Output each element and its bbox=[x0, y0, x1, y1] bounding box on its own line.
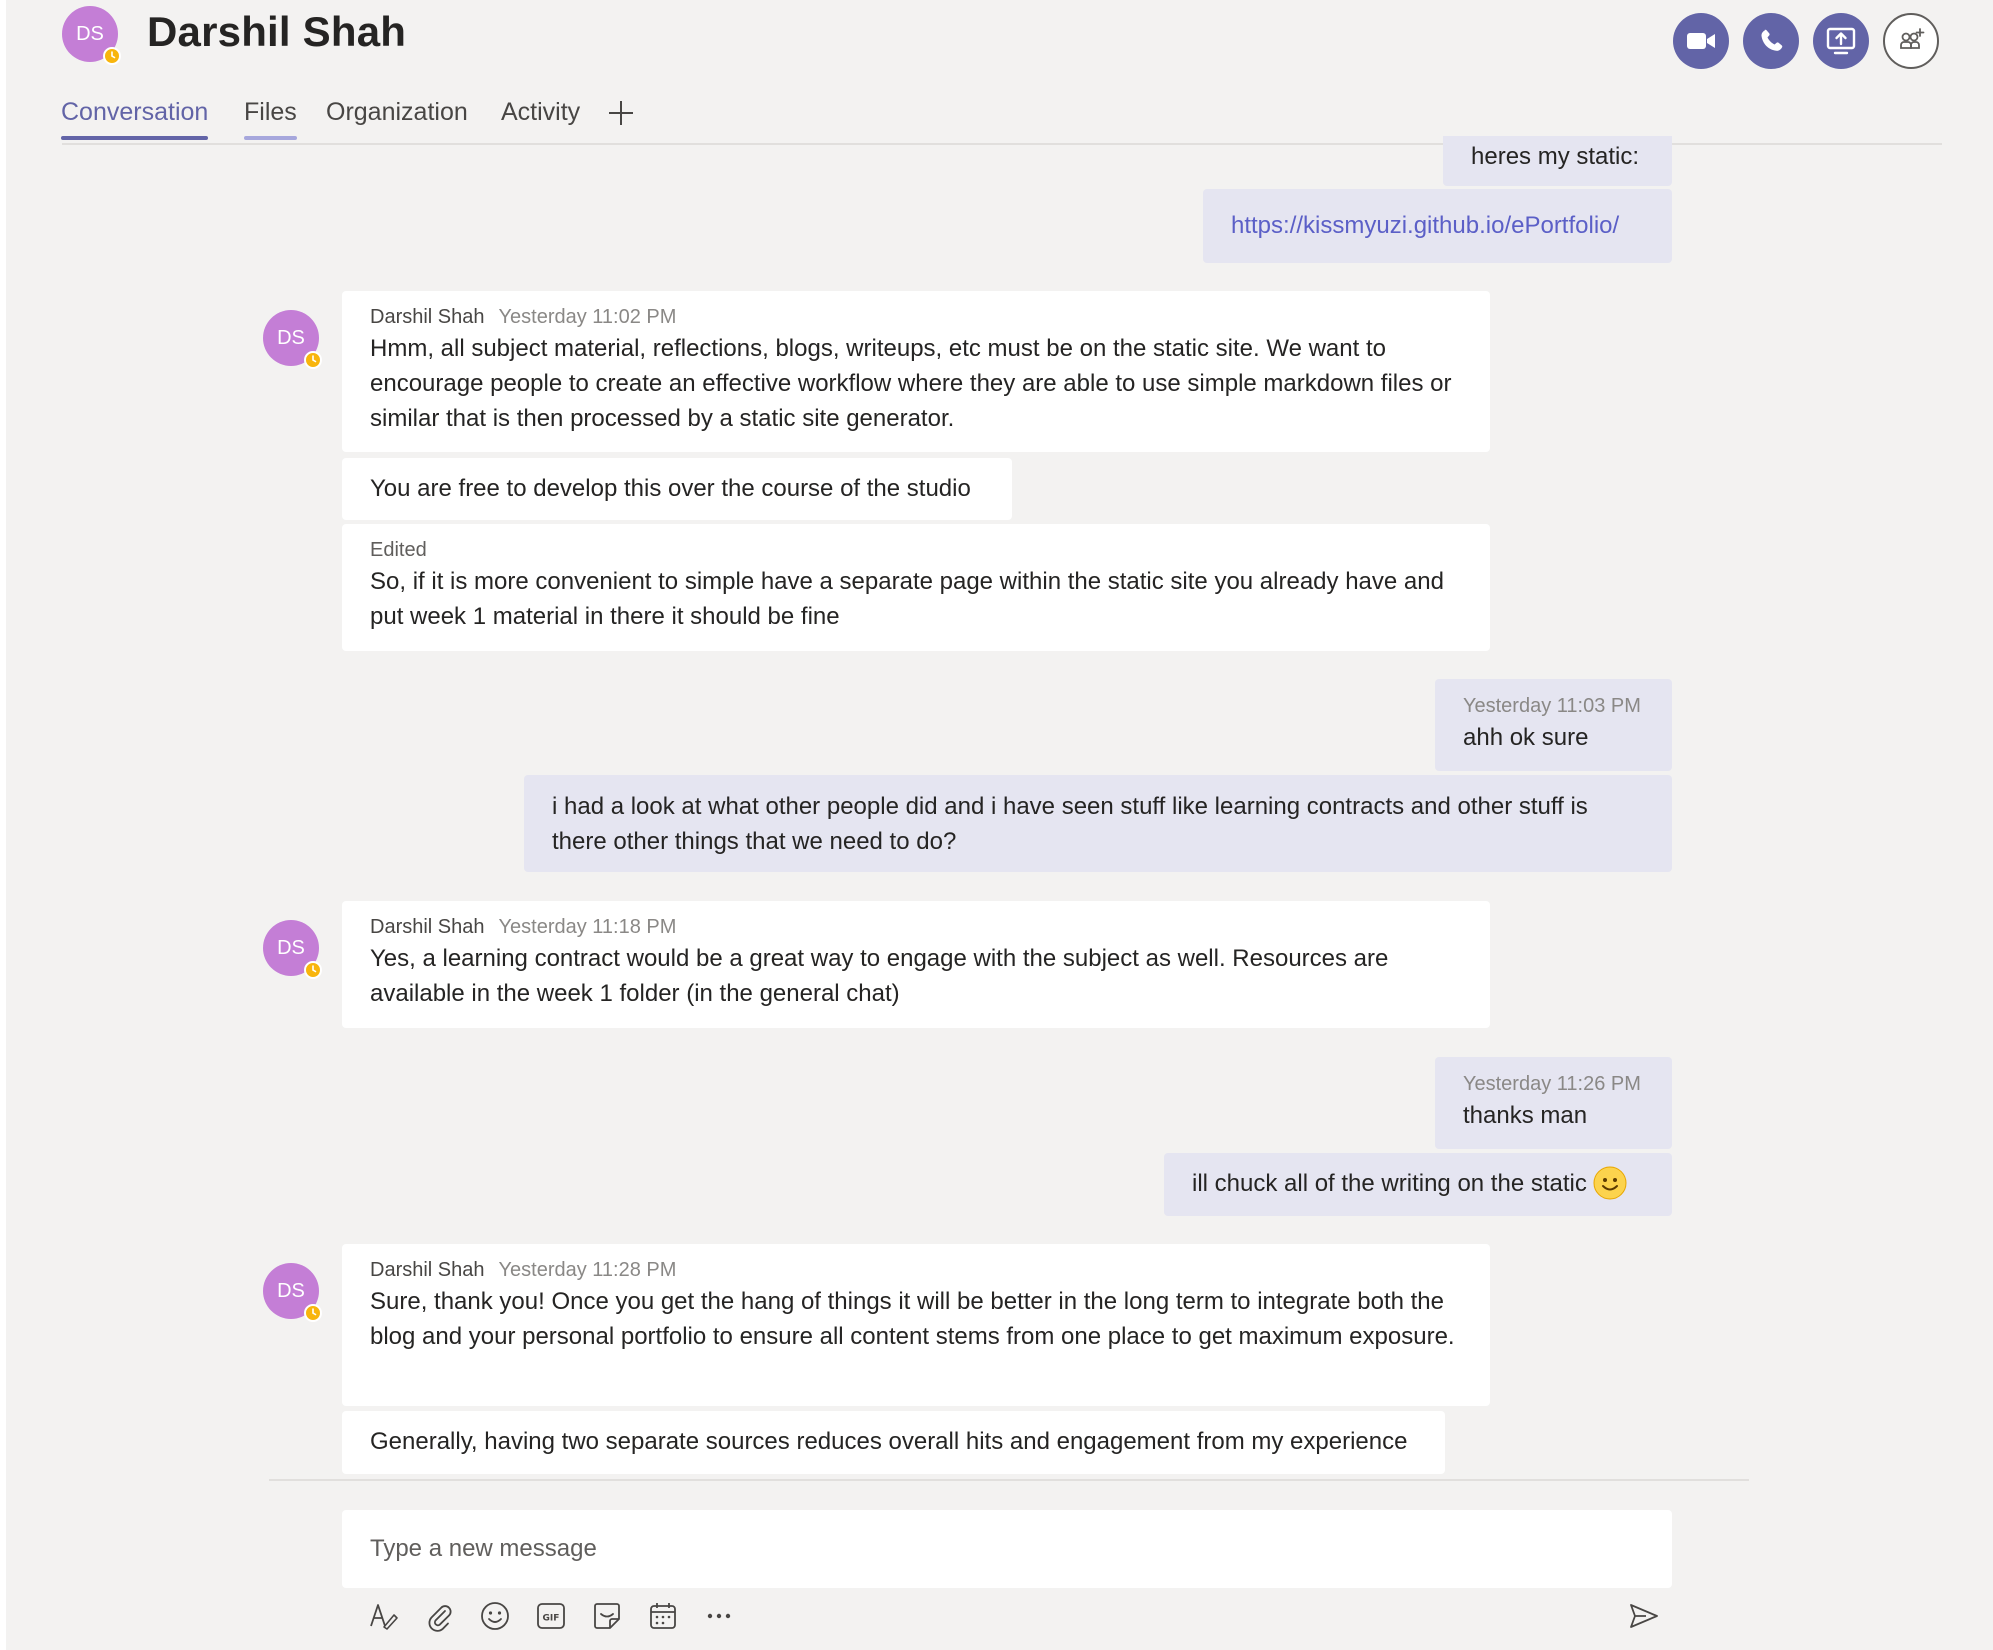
message-text: heres my static: bbox=[1471, 143, 1640, 170]
incoming-message[interactable]: You are free to develop this over the co… bbox=[342, 458, 1012, 520]
message-text: You are free to develop this over the co… bbox=[370, 475, 971, 502]
incoming-message[interactable]: Generally, having two separate sources r… bbox=[342, 1411, 1445, 1474]
outgoing-message[interactable]: heres my static: bbox=[1443, 136, 1672, 186]
sender-name: Darshil Shah bbox=[370, 306, 485, 328]
chat-title: Darshil Shah bbox=[147, 8, 407, 55]
add-tab-icon[interactable] bbox=[608, 100, 634, 126]
teams-chat-window: DS Darshil Shah Conversation Files Organ… bbox=[6, 0, 1993, 1650]
away-status-icon bbox=[304, 961, 322, 979]
incoming-message[interactable]: Edited So, if it is more convenient to s… bbox=[342, 524, 1490, 651]
message-link[interactable]: https://kissmyuzi.github.io/ePortfolio/ bbox=[1231, 212, 1619, 239]
tab-conversation[interactable]: Conversation bbox=[61, 98, 209, 140]
message-meta: Darshil Shah Yesterday 11:28 PM bbox=[370, 1256, 1462, 1284]
svg-text:GIF: GIF bbox=[543, 1614, 560, 1624]
message-text: ahh ok sure bbox=[1463, 724, 1589, 751]
smile-emoji-icon bbox=[1593, 1166, 1627, 1200]
message-text: Sure, thank you! Once you get the hang o… bbox=[370, 1288, 1455, 1350]
sticker-icon bbox=[594, 1603, 620, 1629]
video-call-button[interactable] bbox=[1673, 13, 1729, 69]
add-people-button[interactable] bbox=[1883, 13, 1939, 69]
away-status-icon bbox=[103, 47, 121, 65]
message-text: Generally, having two separate sources r… bbox=[370, 1428, 1408, 1455]
share-screen-button[interactable] bbox=[1813, 13, 1869, 69]
tab-files[interactable]: Files bbox=[244, 98, 297, 140]
attach-button[interactable] bbox=[421, 1598, 457, 1634]
message-timestamp: Yesterday 11:03 PM bbox=[1463, 692, 1644, 720]
compose-placeholder: Type a new message bbox=[370, 1535, 597, 1562]
message-timestamp-text: Yesterday 11:03 PM bbox=[1463, 695, 1641, 717]
tab-organization[interactable]: Organization bbox=[326, 98, 468, 127]
message-timestamp: Yesterday 11:28 PM bbox=[498, 1259, 677, 1281]
sticker-button[interactable] bbox=[589, 1598, 625, 1634]
format-button[interactable] bbox=[365, 1598, 401, 1634]
avatar-initials: DS bbox=[277, 326, 305, 349]
compose-box[interactable]: Type a new message bbox=[342, 1510, 1672, 1588]
message-timestamp: Yesterday 11:02 PM bbox=[498, 306, 677, 328]
send-button[interactable] bbox=[1626, 1598, 1662, 1634]
tab-label: Files bbox=[244, 98, 297, 126]
more-options-button[interactable] bbox=[701, 1598, 737, 1634]
audio-call-icon bbox=[1761, 29, 1783, 51]
gif-icon: GIF bbox=[537, 1603, 565, 1629]
away-status-icon bbox=[304, 351, 322, 369]
gif-button[interactable]: GIF bbox=[533, 1598, 569, 1634]
sender-avatar[interactable]: DS bbox=[263, 310, 322, 369]
message-text: Hmm, all subject material, reflections, … bbox=[370, 335, 1452, 432]
message-timestamp: Yesterday 11:26 PM bbox=[1463, 1070, 1644, 1098]
audio-call-button[interactable] bbox=[1743, 13, 1799, 69]
avatar-initials: DS bbox=[277, 1279, 305, 1302]
tab-label: Organization bbox=[326, 98, 468, 126]
outgoing-message[interactable]: ill chuck all of the writing on the stat… bbox=[1164, 1153, 1672, 1216]
add-people-icon bbox=[1900, 28, 1925, 49]
message-text: So, if it is more convenient to simple h… bbox=[370, 568, 1444, 630]
message-meta: Darshil Shah Yesterday 11:18 PM bbox=[370, 913, 1462, 941]
incoming-message[interactable]: Darshil Shah Yesterday 11:28 PM Sure, tha… bbox=[342, 1244, 1490, 1406]
compose-divider bbox=[269, 1479, 1749, 1481]
message-text: Yes, a learning contract would be a grea… bbox=[370, 945, 1389, 1007]
outgoing-message[interactable]: Yesterday 11:03 PM ahh ok sure bbox=[1435, 679, 1672, 771]
schedule-meeting-icon bbox=[650, 1603, 676, 1629]
message-text: ill chuck all of the writing on the stat… bbox=[1192, 1170, 1587, 1197]
sender-avatar[interactable]: DS bbox=[263, 920, 322, 979]
send-icon bbox=[1630, 1604, 1658, 1628]
incoming-message[interactable]: Darshil Shah Yesterday 11:02 PM Hmm, all … bbox=[342, 291, 1490, 452]
tab-label: Conversation bbox=[61, 98, 209, 126]
sender-name: Darshil Shah bbox=[370, 916, 485, 938]
more-options-icon bbox=[707, 1613, 731, 1619]
avatar-initials: DS bbox=[277, 936, 305, 959]
edited-label: Edited bbox=[370, 539, 427, 561]
incoming-message[interactable]: Darshil Shah Yesterday 11:18 PM Yes, a le… bbox=[342, 901, 1490, 1028]
schedule-meeting-button[interactable] bbox=[645, 1598, 681, 1634]
emoji-button[interactable] bbox=[477, 1598, 513, 1634]
video-call-icon bbox=[1687, 33, 1715, 49]
attach-icon bbox=[428, 1605, 452, 1632]
avatar-initials: DS bbox=[76, 22, 104, 45]
tab-label: Activity bbox=[501, 98, 581, 126]
emoji-icon bbox=[481, 1602, 509, 1630]
message-meta: Darshil Shah Yesterday 11:02 PM bbox=[370, 303, 1462, 331]
message-timestamp-text: Yesterday 11:26 PM bbox=[1463, 1073, 1641, 1095]
outgoing-message[interactable]: i had a look at what other people did an… bbox=[524, 775, 1672, 872]
away-status-icon bbox=[304, 1304, 322, 1322]
outgoing-message[interactable]: Yesterday 11:26 PM thanks man bbox=[1435, 1057, 1672, 1149]
tab-activity[interactable]: Activity bbox=[501, 98, 580, 127]
message-timestamp: Yesterday 11:18 PM bbox=[498, 916, 677, 938]
sender-name: Darshil Shah bbox=[370, 1259, 485, 1281]
share-screen-icon bbox=[1826, 27, 1856, 55]
sender-avatar[interactable]: DS bbox=[263, 1263, 322, 1322]
message-text: i had a look at what other people did an… bbox=[552, 793, 1588, 855]
message-text: thanks man bbox=[1463, 1102, 1588, 1129]
format-icon bbox=[370, 1604, 398, 1630]
header-avatar[interactable]: DS bbox=[62, 6, 121, 65]
outgoing-message[interactable]: https://kissmyuzi.github.io/ePortfolio/ bbox=[1203, 189, 1672, 263]
